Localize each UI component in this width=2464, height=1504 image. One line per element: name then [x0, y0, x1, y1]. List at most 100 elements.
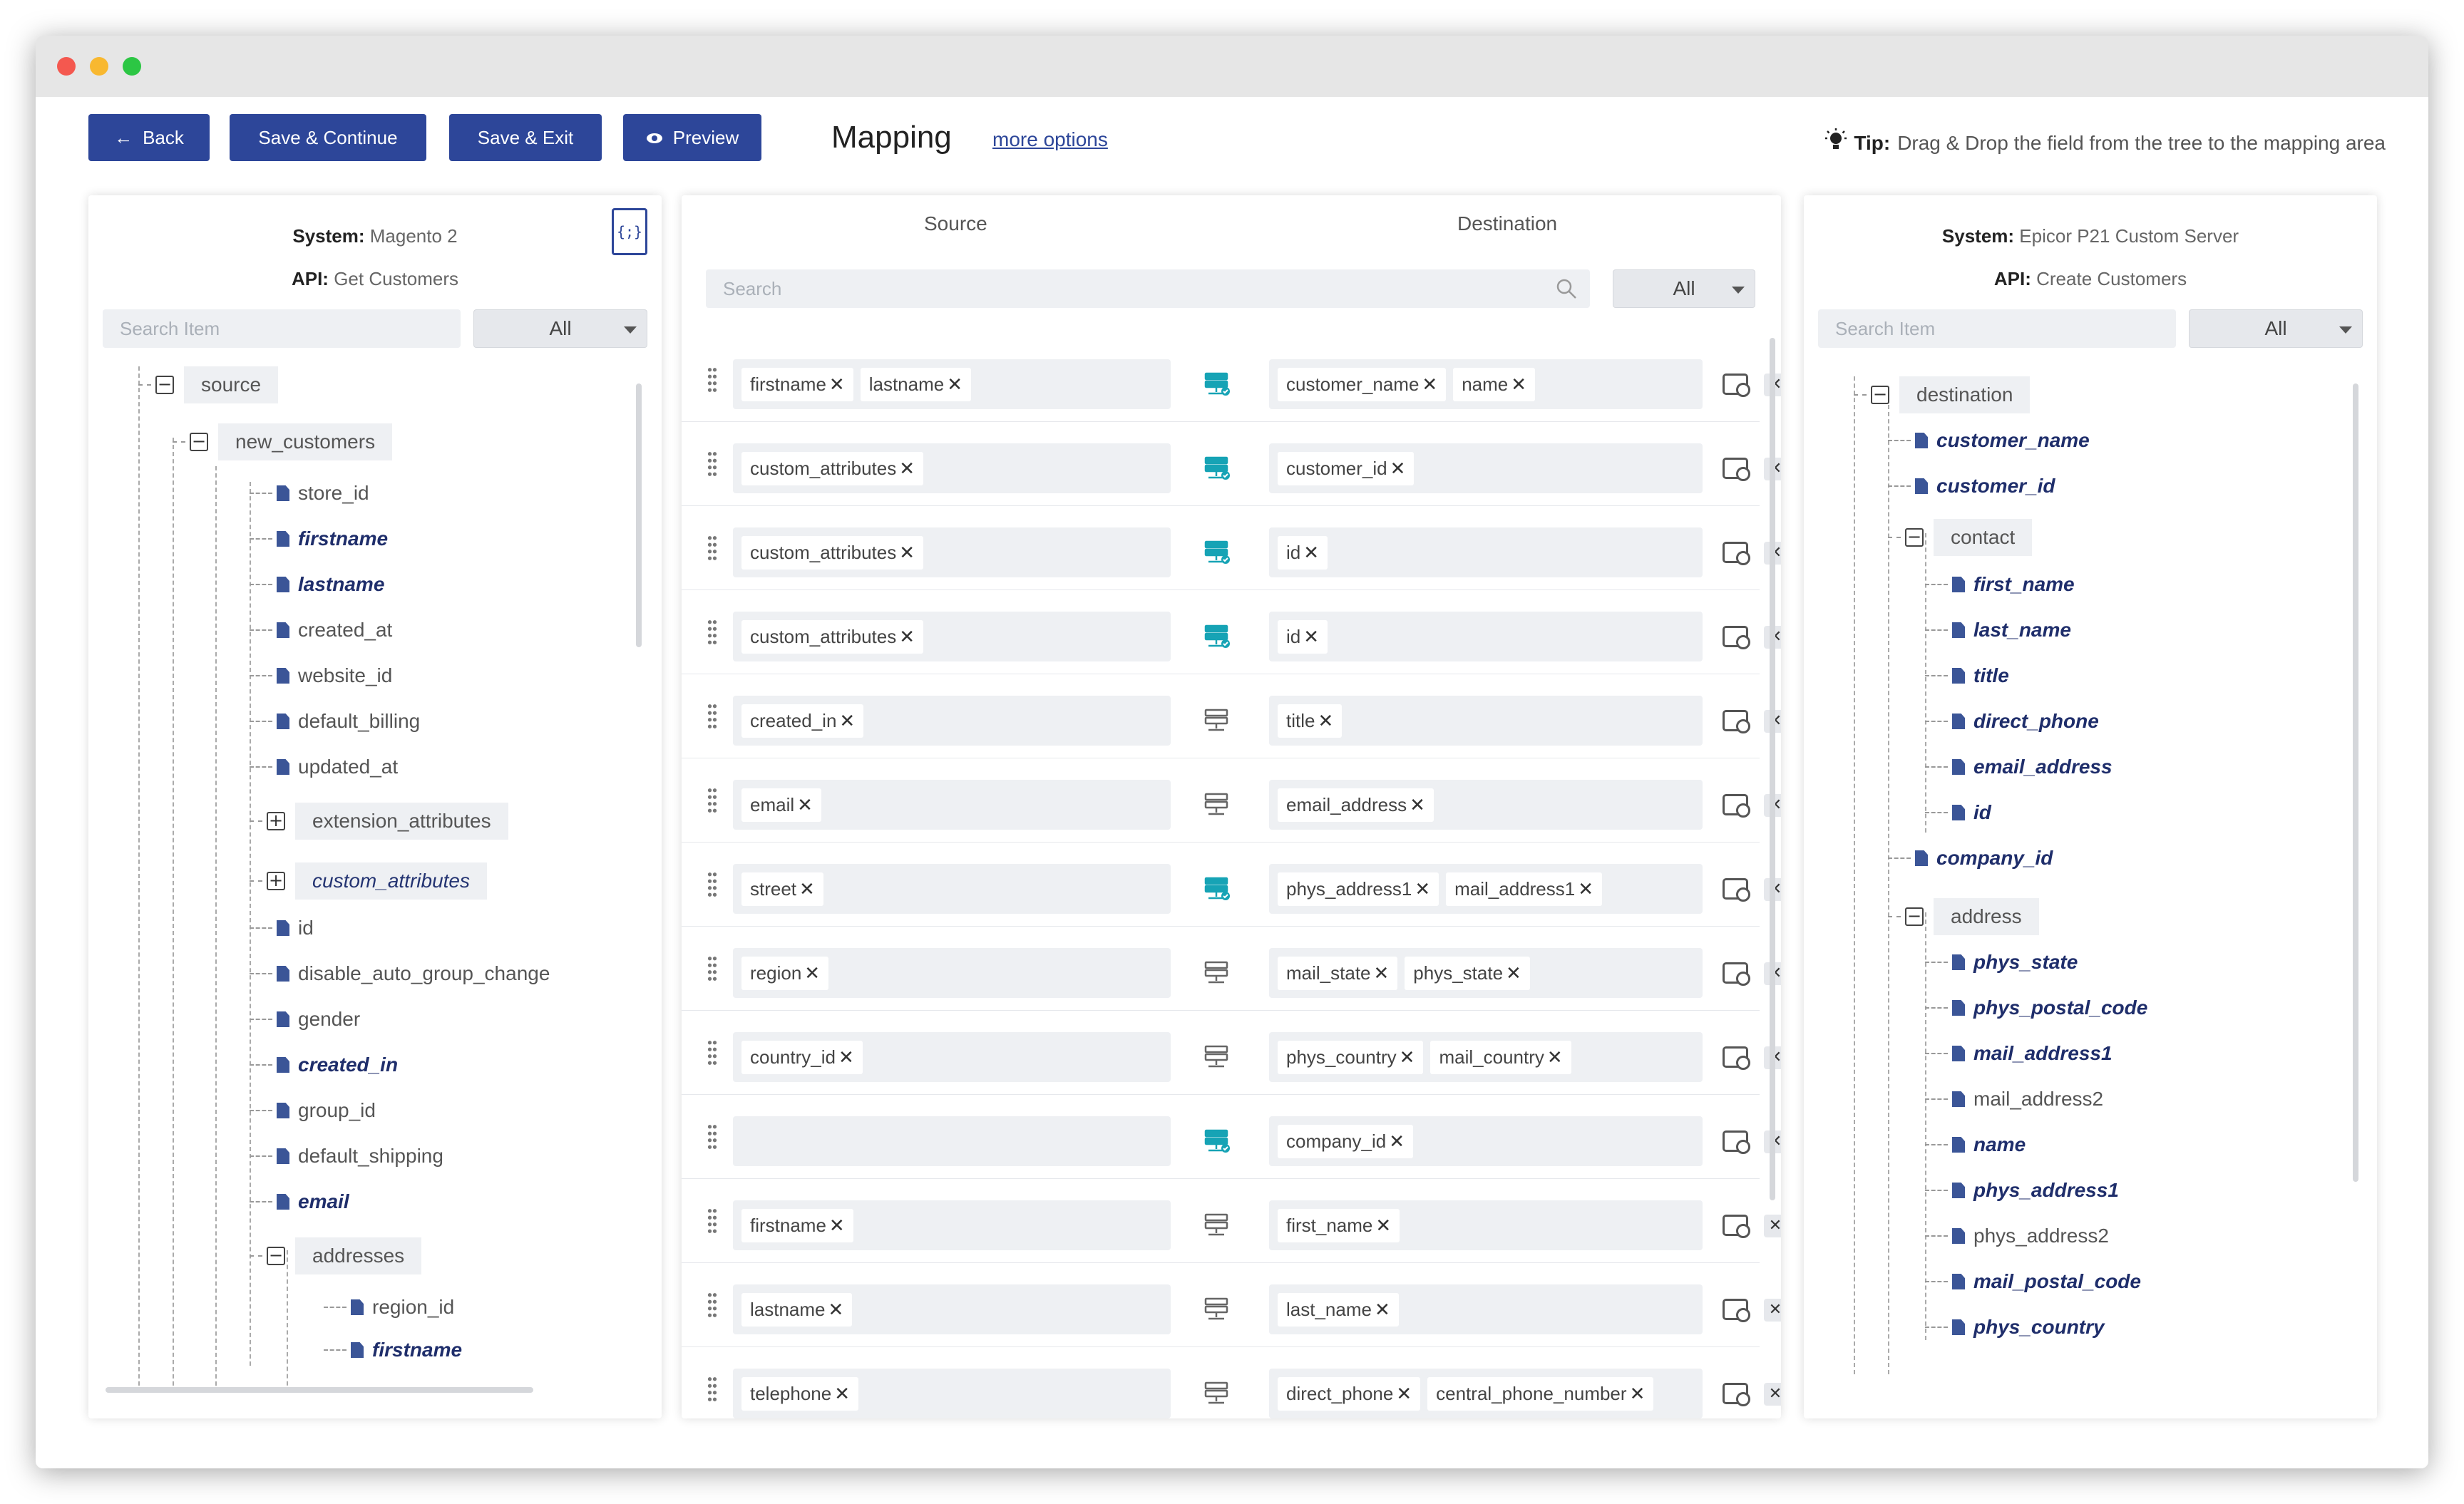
- drag-handle-icon[interactable]: [707, 1207, 717, 1235]
- edit-settings-icon[interactable]: [1723, 1383, 1750, 1406]
- delete-row-icon[interactable]: ✕: [1764, 1215, 1781, 1237]
- tree-node-first-name[interactable]: first_name: [1925, 573, 2075, 596]
- tree-node-title[interactable]: title: [1925, 664, 2009, 687]
- tree-node-destination[interactable]: − destination: [1854, 376, 2031, 413]
- remove-chip-icon[interactable]: ✕: [1318, 710, 1333, 731]
- remove-chip-icon[interactable]: ✕: [829, 374, 845, 395]
- destination-field-chip[interactable]: id ✕: [1278, 535, 1328, 570]
- source-field-slot[interactable]: custom_attributes ✕: [733, 527, 1171, 577]
- edit-settings-icon[interactable]: [1723, 1130, 1750, 1154]
- tree-node-source[interactable]: − source: [138, 366, 279, 403]
- more-options-link[interactable]: more options: [992, 128, 1108, 151]
- tree-node-store-id[interactable]: store_id: [250, 482, 369, 505]
- save-continue-button[interactable]: Save & Continue: [230, 114, 426, 161]
- edit-settings-icon[interactable]: [1723, 1215, 1750, 1238]
- destination-field-slot[interactable]: id ✕: [1269, 527, 1703, 577]
- tree-node-new-customers[interactable]: − new_customers: [173, 423, 393, 460]
- edit-settings-icon[interactable]: [1723, 1046, 1750, 1070]
- mapping-rule-icon[interactable]: [1204, 793, 1231, 817]
- source-field-slot[interactable]: custom_attributes ✕: [733, 612, 1171, 661]
- destination-field-chip[interactable]: mail_address1 ✕: [1446, 872, 1603, 906]
- source-field-chip[interactable]: region ✕: [741, 956, 829, 990]
- collapse-icon[interactable]: −: [267, 1247, 285, 1265]
- destination-field-chip[interactable]: central_phone_number ✕: [1427, 1376, 1654, 1411]
- tree-node-mail-address2[interactable]: mail_address2: [1925, 1088, 2103, 1111]
- tree-node-region-id[interactable]: region_id: [324, 1296, 454, 1319]
- expand-icon[interactable]: +: [267, 812, 285, 830]
- remove-chip-icon[interactable]: ✕: [1303, 626, 1319, 647]
- destination-field-slot[interactable]: customer_id ✕: [1269, 443, 1703, 493]
- remove-chip-icon[interactable]: ✕: [797, 794, 813, 815]
- maximize-window-button[interactable]: [123, 57, 141, 76]
- drag-handle-icon[interactable]: [707, 1376, 717, 1403]
- source-field-slot[interactable]: telephone ✕: [733, 1369, 1171, 1418]
- destination-field-chip[interactable]: title ✕: [1278, 704, 1343, 738]
- destination-field-chip[interactable]: last_name ✕: [1278, 1292, 1399, 1327]
- source-field-slot[interactable]: firstname ✕ lastname ✕: [733, 359, 1171, 409]
- remove-chip-icon[interactable]: ✕: [1630, 1383, 1646, 1404]
- tree-node-disable-auto-group-change[interactable]: disable_auto_group_change: [250, 962, 550, 985]
- drag-handle-icon[interactable]: [707, 450, 717, 478]
- tree-node-phys-address2[interactable]: phys_address2: [1925, 1225, 2109, 1247]
- collapse-icon[interactable]: −: [1905, 528, 1924, 547]
- mapping-search-input[interactable]: Search: [706, 269, 1590, 308]
- tree-node-contact[interactable]: − contact: [1888, 519, 2033, 556]
- source-field-chip[interactable]: email ✕: [741, 788, 821, 822]
- save-exit-button[interactable]: Save & Exit: [449, 114, 602, 161]
- source-field-slot[interactable]: [733, 1116, 1171, 1166]
- remove-chip-icon[interactable]: ✕: [838, 1046, 854, 1068]
- mapping-rule-icon[interactable]: [1204, 1381, 1231, 1406]
- edit-settings-icon[interactable]: [1723, 710, 1750, 733]
- tree-node-customer-name[interactable]: customer_name: [1888, 429, 2090, 452]
- drag-handle-icon[interactable]: [707, 1292, 717, 1319]
- remove-chip-icon[interactable]: ✕: [1375, 1215, 1391, 1236]
- tree-node-mail-address1[interactable]: mail_address1: [1925, 1042, 2113, 1065]
- source-field-chip[interactable]: created_in ✕: [741, 704, 864, 738]
- remove-chip-icon[interactable]: ✕: [1410, 794, 1425, 815]
- tree-node-lastname[interactable]: lastname: [250, 573, 384, 596]
- edit-settings-icon[interactable]: [1723, 962, 1750, 986]
- mapping-rule-icon[interactable]: [1204, 961, 1231, 985]
- drag-handle-icon[interactable]: [707, 1123, 717, 1150]
- mapping-rule-icon[interactable]: [1204, 1045, 1231, 1069]
- source-field-chip[interactable]: country_id ✕: [741, 1040, 863, 1074]
- source-field-chip[interactable]: telephone ✕: [741, 1376, 859, 1411]
- remove-chip-icon[interactable]: ✕: [899, 458, 915, 479]
- delete-row-icon[interactable]: ✕: [1764, 1299, 1781, 1322]
- edit-settings-icon[interactable]: [1723, 542, 1750, 565]
- tree-node-phys-country[interactable]: phys_country: [1925, 1316, 2105, 1339]
- tree-node-custom-attributes[interactable]: + custom_attributes: [250, 862, 487, 900]
- tree-node-name[interactable]: name: [1925, 1133, 2026, 1156]
- remove-chip-icon[interactable]: ✕: [1400, 1046, 1415, 1068]
- tree-node-firstname[interactable]: firstname: [250, 527, 388, 550]
- destination-field-slot[interactable]: id ✕: [1269, 612, 1703, 661]
- tree-node-id[interactable]: id: [1925, 801, 1991, 824]
- close-window-button[interactable]: [57, 57, 76, 76]
- mapping-filter-select[interactable]: All: [1613, 269, 1755, 308]
- destination-field-chip[interactable]: phys_address1 ✕: [1278, 872, 1439, 906]
- minimize-window-button[interactable]: [90, 57, 108, 76]
- destination-field-slot[interactable]: first_name ✕: [1269, 1200, 1703, 1250]
- destination-field-chip[interactable]: customer_name ✕: [1278, 367, 1447, 401]
- remove-chip-icon[interactable]: ✕: [834, 1383, 850, 1404]
- destination-field-chip[interactable]: mail_state ✕: [1278, 956, 1398, 990]
- remove-chip-icon[interactable]: ✕: [799, 878, 815, 900]
- source-field-chip[interactable]: street ✕: [741, 872, 823, 906]
- tree-node-default-billing[interactable]: default_billing: [250, 710, 420, 733]
- destination-field-chip[interactable]: company_id ✕: [1278, 1124, 1413, 1158]
- source-field-slot[interactable]: country_id ✕: [733, 1032, 1171, 1082]
- source-tree-horizontal-scrollbar[interactable]: [106, 1387, 533, 1393]
- destination-search-input[interactable]: Search Item: [1818, 309, 2176, 348]
- drag-handle-icon[interactable]: [707, 535, 717, 562]
- mapping-rule-icon[interactable]: [1204, 1213, 1231, 1237]
- source-field-slot[interactable]: region ✕: [733, 948, 1171, 998]
- source-field-chip[interactable]: custom_attributes ✕: [741, 535, 924, 570]
- mapping-rule-icon[interactable]: [1204, 1297, 1231, 1322]
- remove-chip-icon[interactable]: ✕: [804, 962, 820, 984]
- source-search-input[interactable]: Search Item: [103, 309, 461, 348]
- edit-settings-icon[interactable]: [1723, 626, 1750, 649]
- remove-chip-icon[interactable]: ✕: [1547, 1046, 1563, 1068]
- destination-field-slot[interactable]: title ✕: [1269, 696, 1703, 746]
- tree-node-addresses[interactable]: − addresses: [250, 1237, 422, 1274]
- remove-chip-icon[interactable]: ✕: [1390, 458, 1406, 479]
